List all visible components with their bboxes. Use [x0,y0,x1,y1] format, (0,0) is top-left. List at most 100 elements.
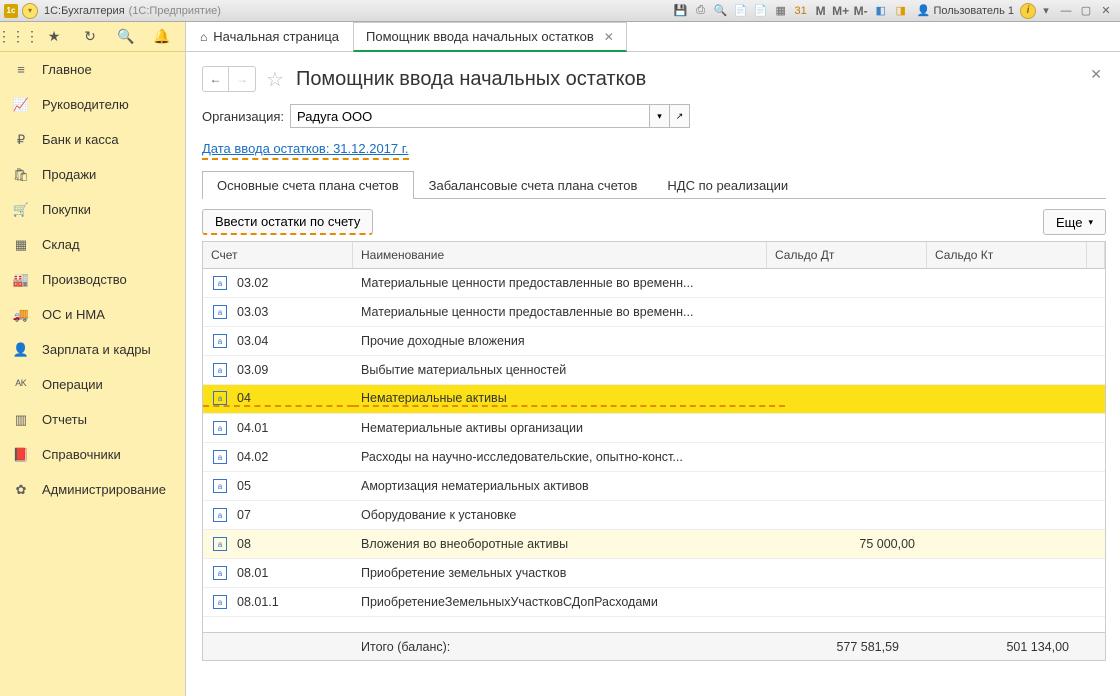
sidebar-item-label: Зарплата и кадры [42,342,151,357]
tb-m-button[interactable]: M [812,2,830,20]
tab-assistant[interactable]: Помощник ввода начальных остатков ✕ [353,22,627,52]
title-bar: 1c ▾ 1С:Бухгалтерия (1С:Предприятие) 💾 ⎙… [0,0,1120,22]
sidebar-item-icon: ᴬᴷ [12,377,30,392]
sidebar-item[interactable]: 👤Зарплата и кадры [0,332,185,367]
cell-saldo-dt: 75 000,00 [785,537,945,551]
close-page-button[interactable]: ✕ [1090,66,1102,83]
org-label: Организация: [202,109,284,124]
table-row[interactable]: a03.03Материальные ценности предоставлен… [203,298,1105,327]
cell-account: 05 [237,479,251,493]
sidebar-item-label: Операции [42,377,103,392]
account-icon: a [213,391,227,405]
tb-preview-icon[interactable]: 🔍 [712,2,730,20]
tab-home-label: Начальная страница [213,29,339,44]
cell-name: Нематериальные активы [353,391,785,407]
sidebar-item[interactable]: 🚚ОС и НМА [0,297,185,332]
table-footer: Итого (баланс): 577 581,59 501 134,00 [203,632,1105,660]
sidebar-item[interactable]: 🛍 Продажи [0,157,185,192]
cell-name: Приобретение земельных участков [353,566,785,580]
table-row[interactable]: a05Амортизация нематериальных активов [203,472,1105,501]
sidebar-item[interactable]: ₽Банк и касса [0,122,185,157]
th-name[interactable]: Наименование [353,242,767,268]
sidebar-item[interactable]: ▥Отчеты [0,402,185,437]
table-row[interactable]: a03.02Материальные ценности предоставлен… [203,269,1105,298]
subtab-offbalance[interactable]: Забалансовые счета плана счетов [414,171,653,199]
table-row[interactable]: a03.09Выбытие материальных ценностей [203,356,1105,385]
user-name: Пользователь 1 [933,5,1014,17]
sidebar-item[interactable]: 🛒Покупки [0,192,185,227]
tb-print-icon[interactable]: ⎙ [692,2,710,20]
table-body[interactable]: a03.02Материальные ценности предоставлен… [203,269,1105,632]
cell-account: 08.01 [237,566,268,580]
tb-doc1-icon[interactable]: 📄 [732,2,750,20]
sidebar-item[interactable]: ▦Склад [0,227,185,262]
tb-date-icon[interactable]: 31 [792,2,810,20]
th-saldo-kt[interactable]: Сальдо Кт [927,242,1087,268]
cell-name: Расходы на научно-исследовательские, опы… [353,450,785,464]
sidebar-item-label: Производство [42,272,127,287]
sidebar-item-label: Продажи [42,167,96,182]
account-icon: a [213,421,227,435]
user-label[interactable]: 👤 Пользователь 1 [917,4,1014,17]
info-button[interactable]: i [1020,3,1036,19]
sidebar-item[interactable]: 🏭Производство [0,262,185,297]
tb-mminus-button[interactable]: M- [852,2,870,20]
app-title: 1С:Бухгалтерия [44,5,125,17]
table-row[interactable]: a07Оборудование к установке [203,501,1105,530]
favorite-star-icon[interactable]: ☆ [266,67,284,92]
sidebar-item-icon: 🛍 [12,167,30,183]
date-entry-link[interactable]: Дата ввода остатков: 31.12.2017 г. [202,141,409,160]
tab-close-icon[interactable]: ✕ [604,30,614,44]
tb-mplus-button[interactable]: M+ [832,2,850,20]
sidebar-item[interactable]: 📕Справочники [0,437,185,472]
table-row[interactable]: a04.01Нематериальные активы организации [203,414,1105,443]
enter-balances-button[interactable]: Ввести остатки по счету [202,209,373,235]
th-saldo-dt[interactable]: Сальдо Дт [767,242,927,268]
history-icon[interactable]: ↻ [72,22,108,52]
table-row[interactable]: a08.01.1ПриобретениеЗемельныхУчастковСДо… [203,588,1105,617]
sidebar-item[interactable]: ≡Главное [0,52,185,87]
cell-account: 03.03 [237,305,268,319]
sidebar-item-icon: 📈 [12,97,30,113]
sidebar-item[interactable]: ᴬᴷ Операции [0,367,185,402]
sidebar-item[interactable]: 📈Руководителю [0,87,185,122]
cell-name: Выбытие материальных ценностей [353,363,785,377]
org-dropdown-button[interactable]: ▾ [650,104,670,128]
table-row[interactable]: a08.01Приобретение земельных участков [203,559,1105,588]
table-row[interactable]: a04.02Расходы на научно-исследовательски… [203,443,1105,472]
footer-saldo-dt: 577 581,59 [769,640,929,654]
search-icon[interactable]: 🔍 [108,22,144,52]
table-row[interactable]: a03.04Прочие доходные вложения [203,327,1105,356]
sidebar-item[interactable]: ✿Администрирование [0,472,185,507]
subtab-vat[interactable]: НДС по реализации [652,171,803,199]
th-account[interactable]: Счет [203,242,353,268]
subtab-main-accounts[interactable]: Основные счета плана счетов [202,171,414,199]
tb-calendar-icon[interactable]: ▦ [772,2,790,20]
minimize-button[interactable]: — [1057,2,1075,20]
more-button-label: Еще [1056,215,1082,230]
cell-name: Амортизация нематериальных активов [353,479,785,493]
tab-home[interactable]: ⌂ Начальная страница [186,22,353,51]
table-row[interactable]: a08Вложения во внеоборотные активы75 000… [203,530,1105,559]
org-input[interactable] [290,104,650,128]
apps-icon[interactable]: ⋮⋮⋮ [0,22,36,52]
close-window-button[interactable]: ✕ [1097,2,1115,20]
info-caret[interactable]: ▾ [1037,2,1055,20]
favorite-icon[interactable]: ★ [36,22,72,52]
sidebar: ⋮⋮⋮ ★ ↻ 🔍 🔔 ≡Главное📈Руководителю₽Банк и… [0,22,186,696]
bell-icon[interactable]: 🔔 [144,22,180,52]
org-open-button[interactable]: ↗ [670,104,690,128]
nav-back-button[interactable]: ← [203,67,229,91]
sidebar-item-label: Администрирование [42,482,166,497]
table-header: Счет Наименование Сальдо Дт Сальдо Кт [203,242,1105,269]
cell-account: 08.01.1 [237,595,279,609]
tb-save-icon[interactable]: 💾 [672,2,690,20]
more-button[interactable]: Еще ▾ [1043,209,1106,235]
maximize-button[interactable]: ▢ [1077,2,1095,20]
sidebar-item-icon: 🚚 [12,307,30,323]
app-menu-dropdown[interactable]: ▾ [22,3,38,19]
table-row[interactable]: a04Нематериальные активы [203,385,1105,414]
tb-panel1-icon[interactable]: ◧ [872,2,890,20]
tb-panel2-icon[interactable]: ◨ [892,2,910,20]
tb-doc2-icon[interactable]: 📄 [752,2,770,20]
